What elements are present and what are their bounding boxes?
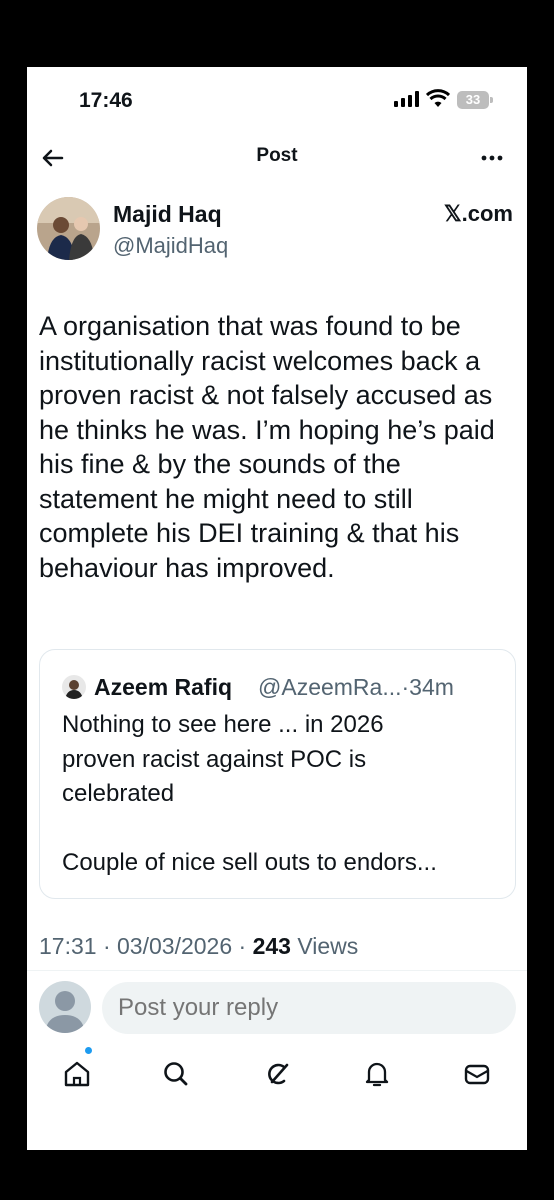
more-options-icon[interactable] — [477, 143, 507, 173]
page-title: Post — [256, 145, 298, 166]
author-handle[interactable]: @MajidHaq — [113, 233, 228, 259]
signal-icon — [394, 91, 420, 107]
quoted-post[interactable]: Azeem Rafiq @AzeemRa...·34m Nothing to s… — [39, 649, 516, 899]
status-time: 17:46 — [79, 89, 133, 112]
quoted-text-line: celebrated — [62, 780, 175, 807]
quoted-post-text: Nothing to see here ... in 2026 proven r… — [62, 708, 502, 881]
post-text: A organisation that was found to be inst… — [39, 311, 495, 583]
reply-input[interactable] — [102, 982, 516, 1034]
messages-icon[interactable] — [460, 1057, 494, 1091]
quoted-text-line: Nothing to see here ... in 2026 — [62, 711, 384, 738]
post-time: 17:31 — [39, 933, 97, 959]
wifi-icon — [426, 89, 450, 107]
bottom-tab-bar — [27, 1047, 527, 1103]
author-avatar[interactable] — [37, 197, 100, 260]
phone-screen: 17:46 33 Post Majid Haq @MajidHaq 𝕏.com … — [27, 67, 527, 1150]
views-label: Views — [297, 933, 359, 959]
source-label: 𝕏.com — [443, 201, 513, 226]
home-icon[interactable] — [60, 1057, 94, 1091]
status-bar: 17:46 33 — [27, 67, 527, 127]
divider — [27, 970, 527, 971]
notification-dot — [85, 1047, 92, 1054]
author-name[interactable]: Majid Haq — [113, 201, 222, 228]
quoted-post-header: Azeem Rafiq @AzeemRa...·34m — [62, 674, 502, 702]
notifications-icon[interactable] — [360, 1057, 394, 1091]
quoted-author-name: Azeem Rafiq — [94, 674, 233, 700]
post-date: 03/03/2026 — [117, 933, 233, 959]
top-nav: Post — [27, 137, 527, 177]
battery-indicator: 33 — [457, 91, 493, 109]
post-metadata: 17:31 · 03/03/2026 · 243 Views — [39, 933, 359, 959]
quoted-text-line: proven racist against POC is — [62, 745, 367, 773]
quoted-author-handle-time: @AzeemRa...·34m — [258, 674, 454, 700]
views-count: 243 — [252, 933, 291, 959]
post-author: Majid Haq @MajidHaq 𝕏.com — [37, 197, 517, 267]
reply-bar — [27, 979, 527, 1037]
user-avatar — [39, 981, 91, 1033]
quoted-text-line: Couple of nice sell outs to endors... — [62, 849, 437, 876]
grok-icon[interactable] — [260, 1057, 294, 1091]
quoted-author-avatar — [62, 675, 86, 699]
search-icon[interactable] — [159, 1057, 193, 1091]
